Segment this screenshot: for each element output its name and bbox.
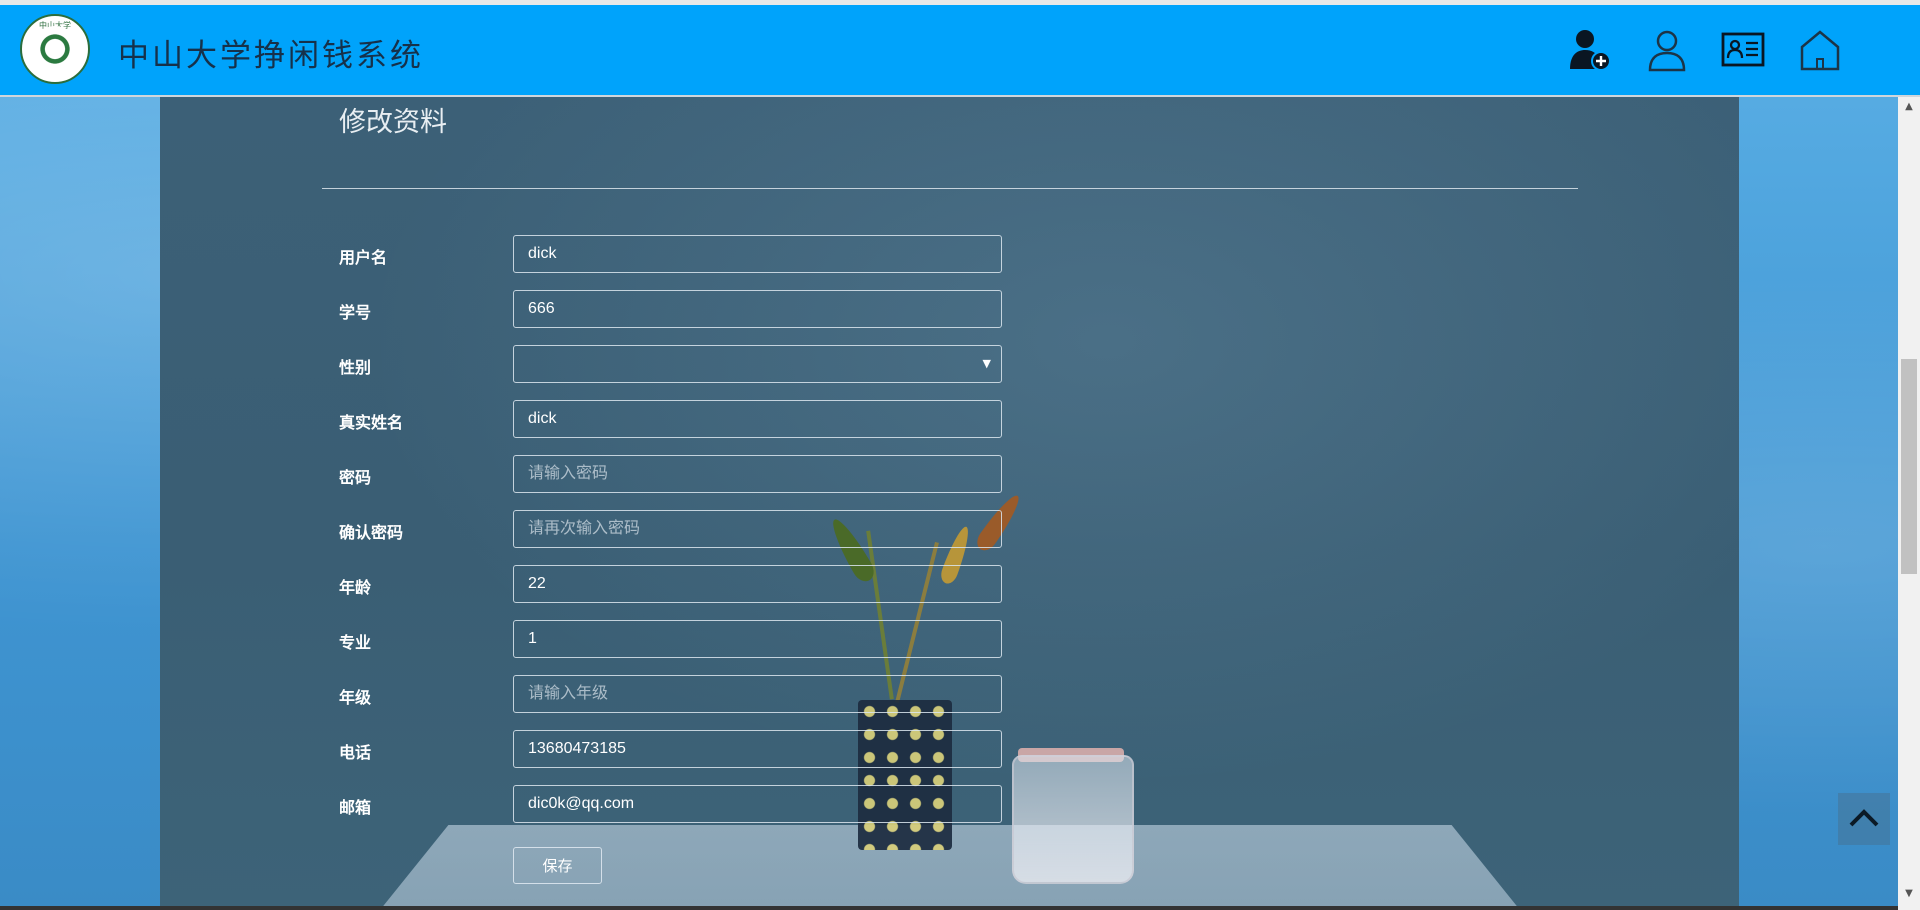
- form-row-student-id: 学号: [339, 290, 1039, 328]
- email-label: 邮箱: [339, 800, 372, 817]
- scroll-thumb[interactable]: [1901, 359, 1917, 574]
- phone-input[interactable]: [513, 730, 1002, 768]
- profile-card-icon[interactable]: [1720, 27, 1766, 73]
- major-label: 专业: [339, 635, 372, 652]
- email-input[interactable]: [513, 785, 1002, 823]
- register-user-icon[interactable]: [1567, 27, 1613, 73]
- form-row-password: 密码: [339, 455, 1039, 493]
- site-title: 中山大学挣闲钱系统: [118, 38, 424, 74]
- gender-label: 性别: [339, 360, 372, 377]
- age-input[interactable]: [513, 565, 1002, 603]
- home-icon[interactable]: [1797, 27, 1843, 73]
- real-name-input[interactable]: [513, 400, 1002, 438]
- form-row-real-name: 真实姓名: [339, 400, 1039, 438]
- logo-emblem: [32, 26, 78, 72]
- student-id-input[interactable]: [513, 290, 1002, 328]
- header-bar: 中山大学 中山大学挣闲钱系统: [0, 5, 1920, 97]
- age-label: 年龄: [339, 580, 372, 597]
- window-bottom-edge: [0, 906, 1898, 910]
- username-input[interactable]: [513, 235, 1002, 273]
- form-row-grade: 年级: [339, 675, 1039, 713]
- student-id-label: 学号: [339, 305, 372, 322]
- grade-input[interactable]: [513, 675, 1002, 713]
- chevron-up-icon: [1849, 809, 1879, 827]
- form-row-gender: 性别 ▼: [339, 345, 1039, 383]
- page-scrollbar[interactable]: ▲ ▼: [1898, 97, 1920, 910]
- page-title: 修改资料: [339, 107, 447, 137]
- form-row-age: 年龄: [339, 565, 1039, 603]
- form-row-major: 专业: [339, 620, 1039, 658]
- confirm-password-label: 确认密码: [339, 525, 404, 542]
- password-input[interactable]: [513, 455, 1002, 493]
- save-button[interactable]: 保存: [513, 847, 602, 884]
- grade-label: 年级: [339, 690, 372, 707]
- form-row-phone: 电话: [339, 730, 1039, 768]
- back-to-top-button[interactable]: [1838, 793, 1890, 845]
- scroll-down-icon[interactable]: ▼: [1898, 888, 1920, 906]
- scroll-up-icon[interactable]: ▲: [1898, 101, 1920, 119]
- phone-label: 电话: [339, 745, 372, 762]
- gender-select[interactable]: ▼: [513, 345, 1002, 383]
- form-row-username: 用户名: [339, 235, 1039, 273]
- real-name-label: 真实姓名: [339, 415, 404, 432]
- form-row-confirm-password: 确认密码: [339, 510, 1039, 548]
- form-row-email: 邮箱: [339, 785, 1039, 823]
- confirm-password-input[interactable]: [513, 510, 1002, 548]
- title-divider: [322, 188, 1578, 189]
- flower-vase: [858, 700, 952, 850]
- username-label: 用户名: [339, 250, 388, 267]
- chevron-down-icon: ▼: [982, 357, 991, 370]
- password-label: 密码: [339, 470, 372, 487]
- user-icon[interactable]: [1644, 27, 1690, 73]
- university-logo[interactable]: 中山大学: [20, 14, 90, 84]
- major-input[interactable]: [513, 620, 1002, 658]
